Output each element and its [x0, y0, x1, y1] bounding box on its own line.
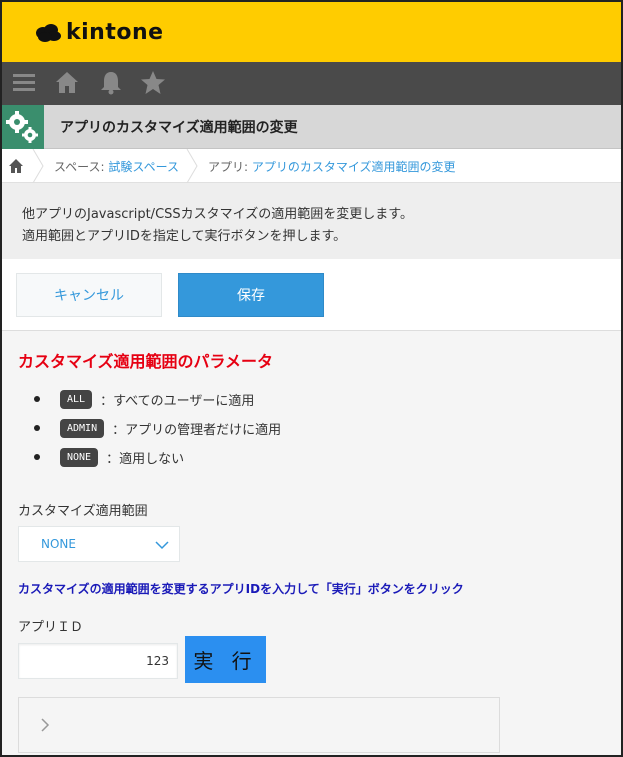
global-nav [2, 62, 621, 105]
breadcrumb-app-link[interactable]: アプリのカスタマイズ適用範囲の変更 [252, 160, 456, 174]
brand-name: kintone [66, 20, 164, 45]
page-title: アプリのカスタマイズ適用範囲の変更 [60, 120, 298, 136]
bullet [34, 396, 40, 402]
params-heading: カスタマイズ適用範囲のパラメータ [18, 352, 274, 371]
collapsible-panel[interactable] [18, 697, 500, 753]
instruction-text: カスタマイズの適用範囲を変更するアプリIDを入力して「実行」ボタンをクリック [18, 582, 464, 596]
breadcrumb-app-prefix: アプリ: [208, 160, 252, 174]
app-id-value: 123 [146, 654, 169, 668]
home-icon[interactable] [54, 70, 80, 96]
cancel-button[interactable]: キャンセル [16, 273, 162, 317]
gears-icon [6, 111, 38, 143]
breadcrumb-space-link[interactable]: 試験スペース [108, 160, 179, 174]
scope-selected-value: NONE [41, 537, 76, 551]
brand-header: kintone [2, 2, 621, 62]
breadcrumb-separator [32, 149, 44, 183]
param-tag: NONE [60, 447, 99, 467]
param-item-all: ALL ：すべてのユーザーに適用 [34, 388, 254, 410]
param-tag: ALL [60, 389, 93, 409]
scope-label: カスタマイズ適用範囲 [18, 504, 148, 519]
window-frame: kintone アプリのカスタマイズ適用範囲の変更 スペース: 試験スペース ア… [0, 0, 623, 757]
bell-icon[interactable] [98, 70, 124, 96]
breadcrumb-space: スペース: 試験スペース [54, 158, 179, 175]
scope-select[interactable]: NONE [18, 526, 180, 562]
chevron-down-icon [155, 541, 169, 550]
app-icon-tile [2, 105, 44, 149]
breadcrumb: スペース: 試験スペース アプリ: アプリのカスタマイズ適用範囲の変更 [2, 149, 621, 183]
kintone-logo[interactable]: kintone [34, 20, 164, 45]
bullet [34, 454, 40, 460]
star-icon[interactable] [140, 70, 166, 96]
bullet [34, 425, 40, 431]
app-id-label: アプリＩＤ [18, 620, 84, 635]
breadcrumb-separator [186, 149, 198, 183]
param-text: ：アプリの管理者だけに適用 [112, 422, 282, 438]
app-header: アプリのカスタマイズ適用範囲の変更 [2, 105, 621, 149]
save-button[interactable]: 保存 [178, 273, 324, 317]
menu-icon[interactable] [12, 70, 38, 96]
chevron-right-icon [41, 718, 50, 732]
app-id-input[interactable]: 123 [18, 643, 178, 679]
param-tag: ADMIN [60, 418, 105, 438]
description-panel: 他アプリのJavascript/CSSカスタマイズの適用範囲を変更します。 適用… [2, 183, 621, 259]
action-bar: キャンセル 保存 [2, 259, 621, 331]
param-text: ：すべてのユーザーに適用 [100, 393, 255, 409]
description-line-2: 適用範囲とアプリIDを指定して実行ボタンを押します。 [22, 229, 347, 244]
home-icon[interactable] [8, 158, 24, 174]
run-button[interactable]: 実 行 [185, 636, 266, 683]
param-item-none: NONE ：適用しない [34, 446, 184, 468]
breadcrumb-app: アプリ: アプリのカスタマイズ適用範囲の変更 [208, 158, 456, 175]
cloud-logo-icon [36, 23, 61, 42]
description-line-1: 他アプリのJavascript/CSSカスタマイズの適用範囲を変更します。 [22, 207, 413, 222]
param-text: ：適用しない [106, 451, 185, 467]
param-item-admin: ADMIN ：アプリの管理者だけに適用 [34, 417, 281, 439]
breadcrumb-space-prefix: スペース: [54, 160, 109, 174]
